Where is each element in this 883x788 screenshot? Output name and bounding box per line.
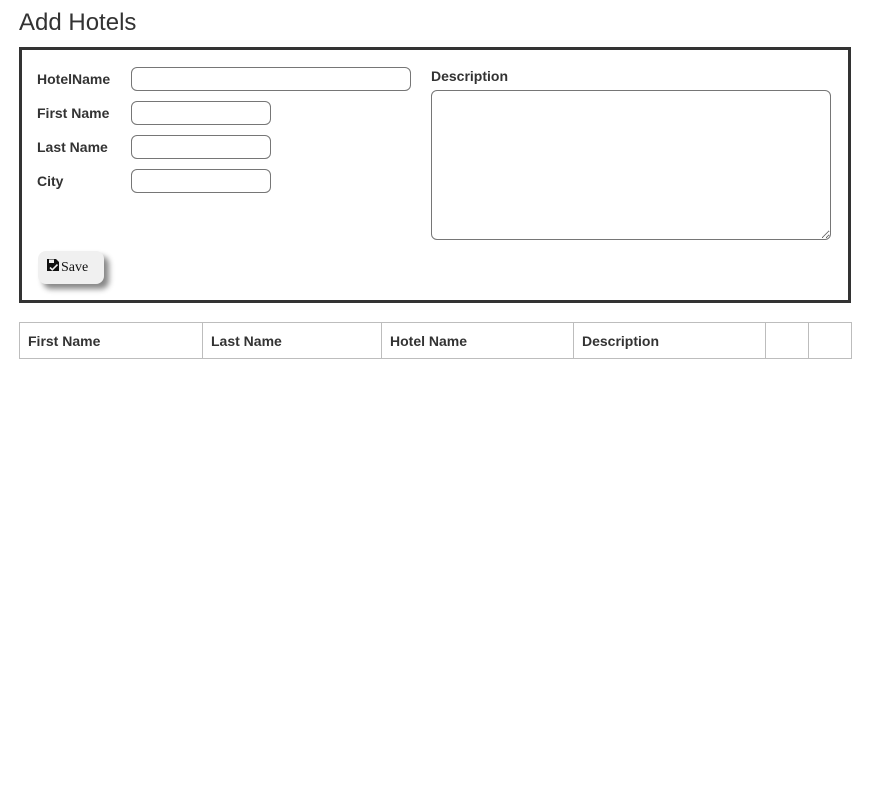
- save-button[interactable]: Save: [38, 251, 104, 284]
- hotel-name-input[interactable]: [131, 67, 411, 91]
- city-label: City: [37, 173, 64, 189]
- save-button-label: Save: [61, 259, 89, 275]
- page-title: Add Hotels: [19, 9, 137, 36]
- description-textarea[interactable]: [431, 90, 831, 240]
- hotels-table: First Name Last Name Hotel Name Descript…: [19, 322, 852, 359]
- column-header-hotel-name: Hotel Name: [381, 322, 574, 359]
- table-header-row: First Name Last Name Hotel Name Descript…: [19, 322, 852, 359]
- column-header-action-2: [808, 322, 852, 359]
- first-name-label: First Name: [37, 105, 110, 121]
- column-header-last-name: Last Name: [202, 322, 382, 359]
- first-name-input[interactable]: [131, 101, 271, 125]
- last-name-input[interactable]: [131, 135, 271, 159]
- column-header-action-1: [765, 322, 809, 359]
- hotel-name-label: HotelName: [37, 71, 111, 87]
- city-input[interactable]: [131, 169, 271, 193]
- last-name-label: Last Name: [37, 139, 108, 155]
- description-label: Description: [431, 68, 509, 84]
- add-hotel-form: HotelName First Name Last Name City Desc…: [19, 47, 851, 303]
- column-header-first-name: First Name: [19, 322, 203, 359]
- column-header-description: Description: [573, 322, 766, 359]
- save-icon: [47, 258, 59, 271]
